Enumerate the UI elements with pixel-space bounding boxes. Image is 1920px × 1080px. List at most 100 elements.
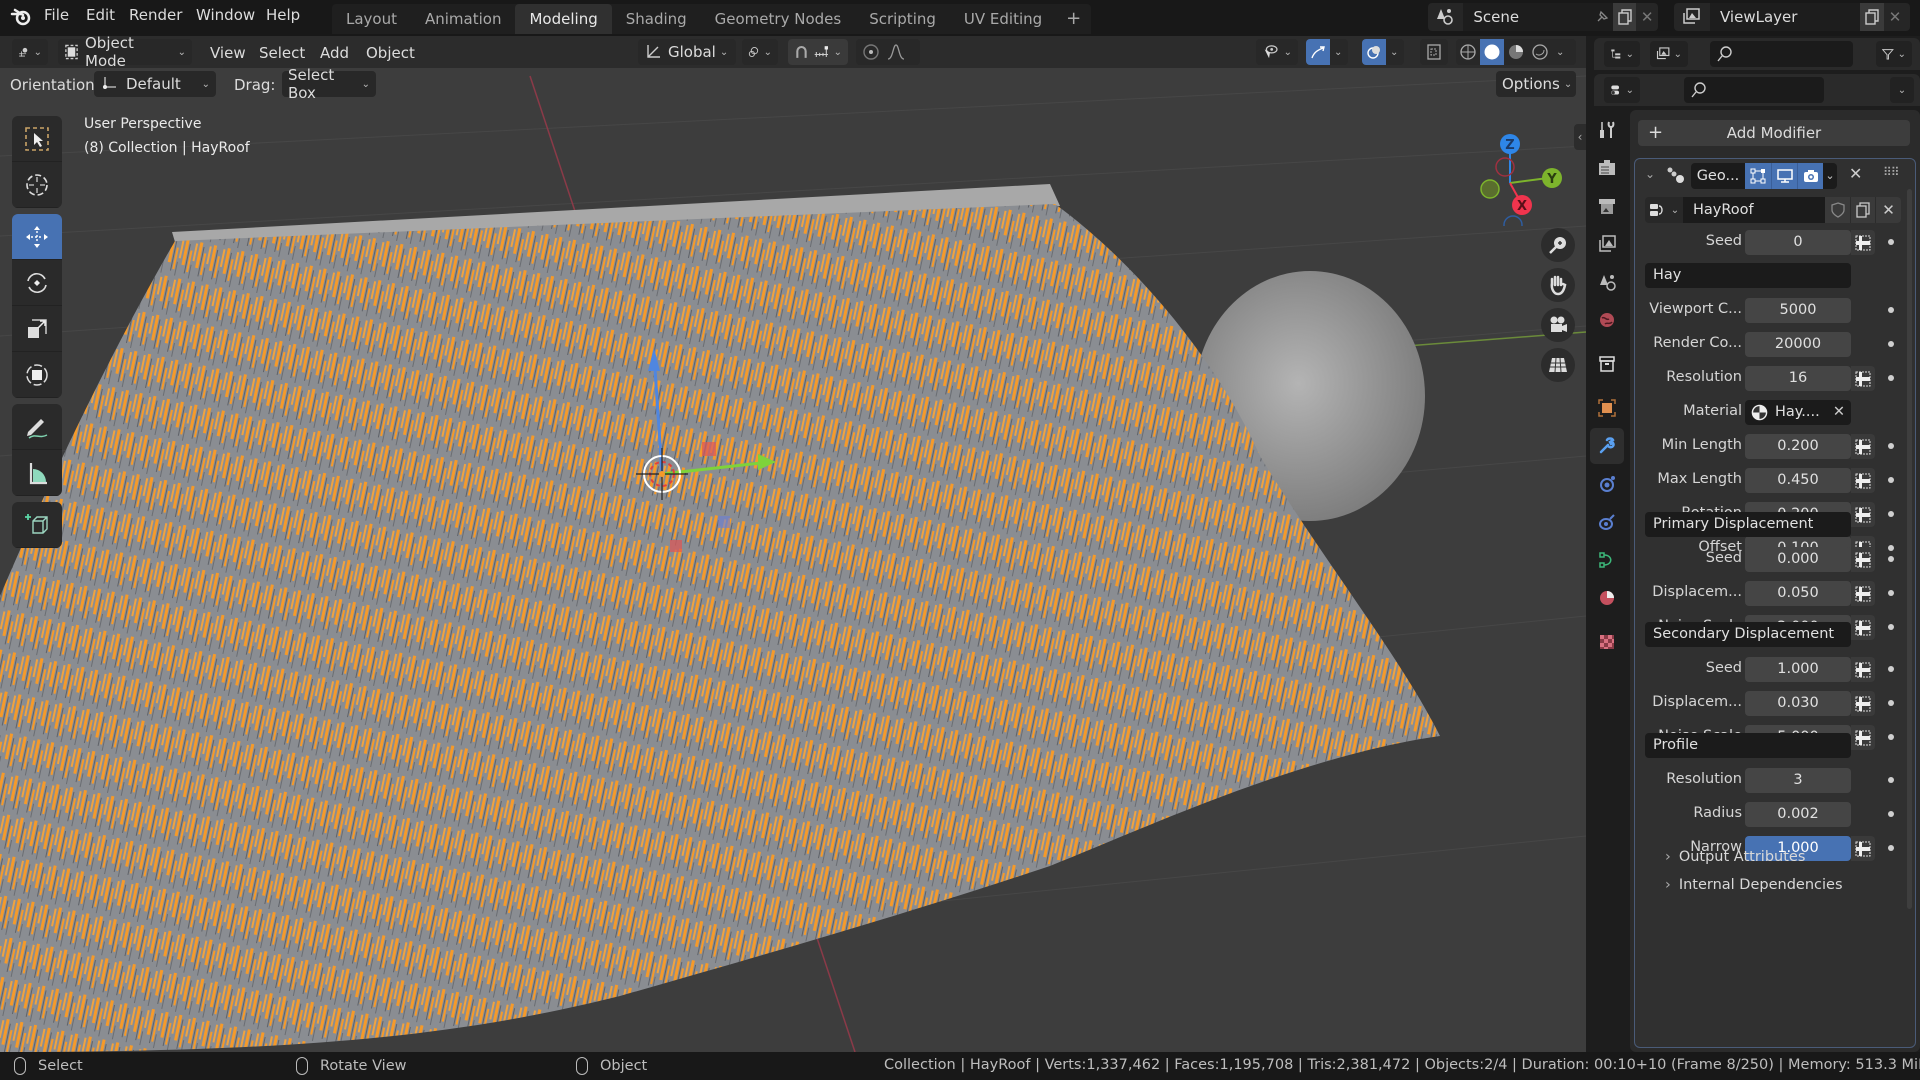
tab-layout[interactable]: Layout — [332, 4, 411, 34]
tab-collection[interactable] — [1590, 346, 1624, 382]
keyframe-dot[interactable] — [1888, 734, 1894, 740]
tab-constraints[interactable] — [1590, 542, 1624, 578]
tab-texture[interactable] — [1590, 624, 1624, 660]
tab-modeling[interactable]: Modeling — [515, 4, 612, 34]
transform-orientation-dropdown[interactable]: Global ⌄ — [638, 39, 736, 65]
tab-scene[interactable] — [1590, 264, 1624, 300]
panel-internal-dependencies[interactable]: › Internal Dependencies — [1665, 877, 1843, 893]
duplicate-node-group-button[interactable] — [1850, 197, 1875, 223]
seed-field[interactable]: 0 — [1745, 230, 1851, 255]
pan-view-button[interactable] — [1541, 268, 1575, 302]
properties-scrollbar[interactable] — [1907, 189, 1912, 909]
tab-particles[interactable] — [1590, 466, 1624, 502]
collapse-chevron-icon[interactable]: ⌄ — [1645, 167, 1655, 181]
property-value-field[interactable]: 0.200 — [1745, 434, 1851, 459]
new-scene-icon[interactable] — [1612, 3, 1637, 31]
ortho-toggle-button[interactable] — [1541, 348, 1575, 382]
move-tool[interactable] — [12, 214, 62, 260]
tab-animation[interactable]: Animation — [411, 4, 515, 34]
tab-view-layer[interactable] — [1590, 226, 1624, 262]
tab-modifiers[interactable] — [1590, 428, 1624, 464]
scene-icon[interactable] — [1428, 7, 1463, 27]
tab-object[interactable] — [1590, 390, 1624, 426]
delete-scene-icon[interactable]: ✕ — [1636, 8, 1658, 26]
property-value-field[interactable]: 1.000 — [1745, 657, 1851, 682]
material-field[interactable]: Hay.... ✕ — [1745, 400, 1851, 425]
property-value-field[interactable]: 20000 — [1745, 332, 1851, 357]
menu-select[interactable]: Select — [259, 44, 305, 62]
add-cube-tool[interactable] — [12, 502, 62, 548]
display-mode-dropdown[interactable]: ⌄ — [1650, 41, 1688, 67]
tab-world[interactable] — [1590, 302, 1624, 338]
property-value-field[interactable]: 0.000 — [1745, 547, 1851, 572]
viewport-display-toggle[interactable] — [1771, 163, 1797, 189]
zoom-view-button[interactable] — [1541, 228, 1575, 262]
tab-uv-editing[interactable]: UV Editing — [950, 4, 1056, 34]
select-box-tool[interactable] — [12, 116, 62, 162]
attribute-toggle-icon[interactable] — [1851, 615, 1875, 640]
drag-dropdown[interactable]: Select Box ⌄ — [282, 66, 376, 102]
property-value-field[interactable]: 0.450 — [1745, 468, 1851, 493]
keyframe-dot[interactable] — [1888, 307, 1894, 313]
wireframe-shading-icon[interactable] — [1456, 43, 1480, 61]
view-layer-name-field[interactable]: ViewLayer — [1710, 3, 1860, 31]
properties-options-dropdown[interactable]: ⌄ — [1890, 77, 1914, 103]
visibility-dropdown[interactable]: ⌄ — [1256, 39, 1298, 65]
3d-viewport[interactable]: ⌄ Object Mode ⌄ View Select Add Object Gl… — [0, 36, 1586, 1052]
scene-name-field[interactable]: Scene — [1463, 3, 1592, 31]
material-shading-icon[interactable] — [1504, 43, 1528, 61]
attribute-toggle-icon[interactable] — [1851, 581, 1875, 606]
xray-toggle[interactable] — [1420, 39, 1448, 65]
rendered-shading-icon[interactable] — [1528, 43, 1552, 61]
gizmo-xy-plane[interactable] — [718, 516, 730, 528]
node-group-name-field[interactable]: HayRoof — [1683, 197, 1825, 223]
keyframe-dot[interactable] — [1888, 666, 1894, 672]
solid-shading-icon[interactable] — [1480, 39, 1504, 65]
tab-output[interactable] — [1590, 188, 1624, 224]
attribute-toggle-icon[interactable] — [1851, 657, 1875, 682]
section-secondary-displacement[interactable]: Secondary Displacement — [1645, 622, 1851, 647]
keyframe-dot[interactable] — [1888, 477, 1894, 483]
pivot-point-dropdown[interactable]: ⌄ — [742, 39, 778, 65]
outliner-search-input[interactable] — [1710, 41, 1853, 67]
attribute-toggle-icon[interactable] — [1851, 725, 1875, 750]
filter-dropdown[interactable]: ⌄ — [1876, 41, 1912, 67]
new-view-layer-icon[interactable] — [1860, 3, 1884, 31]
gizmo-toggle[interactable]: ⌄ — [1306, 39, 1348, 65]
add-workspace-button[interactable]: + — [1056, 4, 1091, 34]
gizmo-xz-plane[interactable] — [702, 442, 716, 456]
view-layer-icon[interactable] — [1674, 8, 1710, 26]
shading-options-caret[interactable]: ⌄ — [1556, 47, 1564, 58]
property-value-field[interactable]: 0.050 — [1745, 581, 1851, 606]
fake-user-toggle[interactable] — [1825, 197, 1850, 223]
keyframe-dot[interactable] — [1888, 624, 1894, 630]
property-value-field[interactable]: 5000 — [1745, 298, 1851, 323]
section-hay[interactable]: Hay — [1645, 263, 1851, 288]
keyframe-dot[interactable] — [1888, 341, 1894, 347]
annotate-tool[interactable] — [12, 404, 62, 450]
measure-tool[interactable] — [12, 450, 62, 496]
menu-window[interactable]: Window — [196, 6, 255, 24]
menu-edit[interactable]: Edit — [86, 6, 115, 24]
options-dropdown[interactable]: Options ⌄ — [1496, 71, 1576, 97]
keyframe-dot[interactable] — [1888, 239, 1894, 245]
mode-dropdown[interactable]: Object Mode ⌄ — [58, 36, 192, 70]
pin-icon[interactable] — [1591, 3, 1613, 31]
tab-physics[interactable] — [1590, 504, 1624, 540]
property-value-field[interactable]: 16 — [1745, 366, 1851, 391]
tab-shading[interactable]: Shading — [612, 4, 701, 34]
property-value-field[interactable]: 0.002 — [1745, 802, 1851, 827]
render-toggle[interactable] — [1797, 163, 1823, 189]
drag-handle-icon[interactable]: ⠿⠿ — [1883, 165, 1900, 179]
attribute-toggle-icon[interactable] — [1851, 366, 1875, 391]
keyframe-dot[interactable] — [1888, 845, 1894, 851]
keyframe-dot[interactable] — [1888, 556, 1894, 562]
editor-type-button[interactable]: ⌄ — [12, 39, 48, 65]
section-profile[interactable]: Profile — [1645, 733, 1851, 758]
attribute-toggle-icon[interactable] — [1851, 468, 1875, 493]
unlink-material-icon[interactable]: ✕ — [1833, 400, 1845, 425]
menu-view[interactable]: View — [210, 44, 246, 62]
keyframe-dot[interactable] — [1888, 777, 1894, 783]
navigation-gizmo[interactable]: Z Y X — [1468, 116, 1586, 226]
tab-tool[interactable] — [1590, 112, 1624, 148]
